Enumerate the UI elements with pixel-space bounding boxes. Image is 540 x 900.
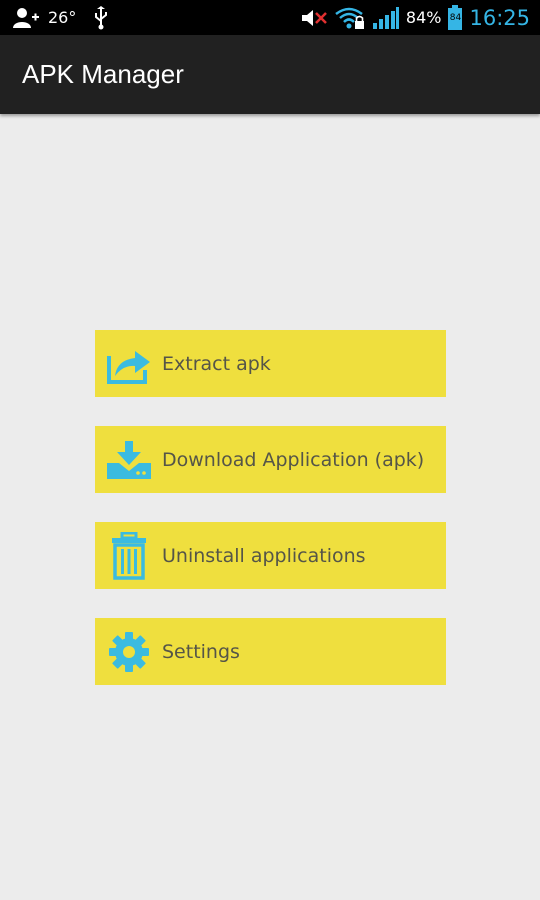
download-application-button[interactable]: Download Application (apk) bbox=[95, 426, 446, 493]
uninstall-applications-label: Uninstall applications bbox=[162, 544, 366, 567]
clock: 16:25 bbox=[469, 5, 530, 30]
wifi-lock-icon bbox=[334, 6, 366, 30]
battery-percent-text: 84% bbox=[405, 8, 442, 27]
battery-level-text: 84 bbox=[449, 12, 462, 23]
app-title: APK Manager bbox=[22, 59, 184, 89]
download-icon bbox=[95, 426, 162, 493]
status-bar: 26° 84% 84 16:25 bbox=[0, 0, 540, 35]
settings-button[interactable]: Settings bbox=[95, 618, 446, 685]
signal-icon bbox=[372, 6, 400, 30]
mute-icon bbox=[300, 7, 328, 29]
temperature-text: 26° bbox=[48, 8, 77, 27]
uninstall-applications-button[interactable]: Uninstall applications bbox=[95, 522, 446, 589]
settings-label: Settings bbox=[162, 640, 240, 663]
download-application-label: Download Application (apk) bbox=[162, 448, 425, 471]
add-contact-icon bbox=[12, 7, 40, 29]
usb-icon bbox=[94, 5, 108, 30]
trash-icon bbox=[95, 522, 162, 589]
main-menu: Extract apk Download Application (apk) U… bbox=[95, 330, 446, 714]
share-icon bbox=[95, 330, 162, 397]
extract-apk-label: Extract apk bbox=[162, 352, 271, 375]
gear-icon bbox=[95, 618, 162, 685]
battery-icon: 84 bbox=[447, 4, 463, 31]
action-bar: APK Manager bbox=[0, 35, 540, 114]
extract-apk-button[interactable]: Extract apk bbox=[95, 330, 446, 397]
